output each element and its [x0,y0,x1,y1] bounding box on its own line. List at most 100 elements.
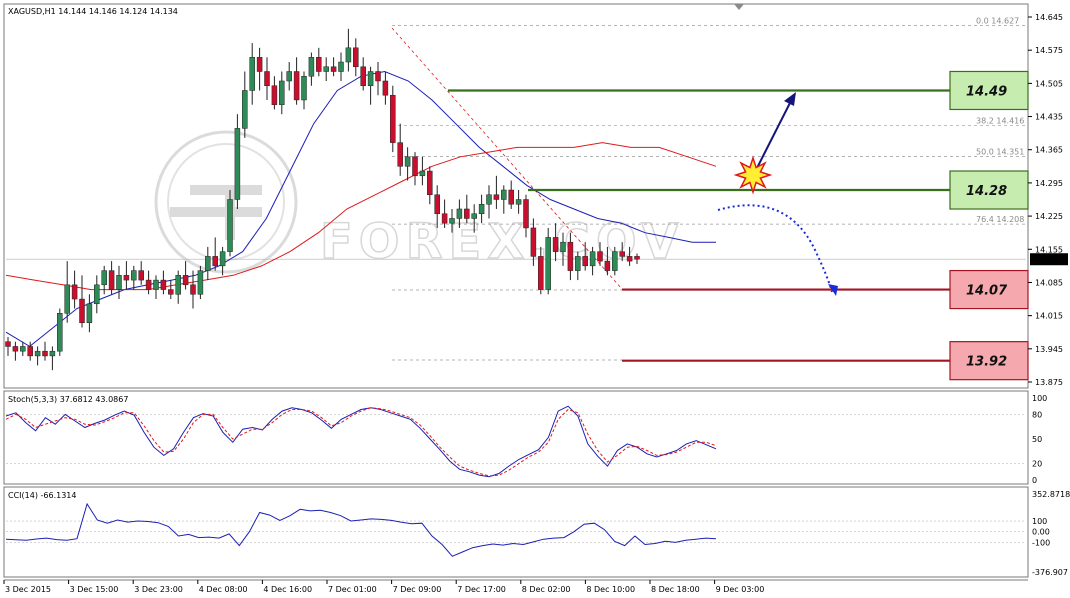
stoch-y-tick-label: 0 [1032,476,1037,485]
cci-y-tick-label: 0.00 [1032,528,1050,537]
cci-header: CCI(14) -66.1314 [8,491,76,500]
candle-bear [508,189,514,205]
candle-bear [168,289,174,295]
cci-y-tick-label: 100 [1032,517,1047,526]
candle-bull [242,90,248,129]
candle-bear [626,256,633,262]
x-tick-label: 8 Dec 02:00 [522,585,571,594]
y-tick-label: 14.155 [1035,245,1063,254]
x-tick-label: 7 Dec 09:00 [393,585,442,594]
candle-bull [449,218,455,224]
candle-bull [64,284,70,314]
stoch-y-tick-label: 50 [1032,435,1042,444]
candle-bear [427,170,433,196]
candle-bull [560,241,566,252]
candle-bear [79,298,85,323]
symbol-header: XAGUSD,H1 14.144 14.146 14.124 14.134 [8,7,178,16]
candle-bull [471,213,477,219]
fib-level-label: 0.0 14.627 [976,17,1019,26]
candle-bear [538,256,544,290]
candle-bull [219,251,226,267]
candle-bull [286,71,292,82]
y-tick-label: 14.435 [1035,113,1063,122]
candle-bull [301,76,307,101]
candle-bear [264,71,270,86]
candle-bull [197,270,204,295]
candle-bull [501,189,507,200]
breakout-burst-icon [733,155,773,195]
fib-level-label: 38.2 14.416 [976,117,1024,126]
candle-bear [5,341,11,347]
candle-bear [382,80,389,96]
stoch-y-tick-label: 20 [1032,460,1042,469]
candle-bull [249,57,255,91]
candle-bear [619,251,625,257]
candle-bull [94,284,100,305]
candle-bear [145,279,152,290]
key-level-value: 14.07 [966,284,1008,299]
key-level-value: 14.49 [966,84,1007,99]
candle-bear [397,142,403,167]
candle-bear [567,241,574,271]
y-tick-label: 14.295 [1035,179,1063,188]
candle-bear [353,47,359,68]
fib-level-label: 76.4 14.208 [976,215,1024,224]
x-tick-label: 9 Dec 03:00 [716,585,765,594]
candle-bull [175,275,181,295]
x-tick-label: 4 Dec 08:00 [199,585,248,594]
stoch-panel-frame [3,390,1029,485]
candle-bull [367,71,374,86]
candle-bear [604,260,611,271]
x-tick-label: 8 Dec 10:00 [586,585,635,594]
x-tick-label: 3 Dec 23:00 [134,585,183,594]
candle-bear [634,256,640,260]
candle-bull [338,61,344,72]
y-tick-label: 14.015 [1035,312,1063,321]
y-tick-label: 14.645 [1035,13,1063,22]
candle-bull [345,47,352,63]
chart-canvas: FOREX.COV 0.0 14.62738.2 14.41650.0 14.3… [3,3,1070,594]
candle-bear [523,199,529,229]
candle-bull [20,346,26,352]
candle-bull [131,270,137,281]
candle-bull [153,279,159,290]
candle-bull [227,199,233,252]
candle-bear [493,194,500,200]
candle-bear [464,208,470,219]
candle-bear [27,346,33,357]
candle-bull [404,156,411,167]
cci-y-tick-label: 352.8718 [1032,490,1070,499]
candle-bear [390,94,396,143]
candle-bull [57,313,63,352]
candle-bear [42,350,48,357]
candle-bear [160,279,167,290]
fib-level-label: 50.0 14.351 [976,147,1024,156]
y-tick-label: 14.225 [1035,212,1063,221]
candle-bull [612,251,618,271]
candle-bear [441,213,448,224]
candle-bull [101,270,107,286]
y-tick-label: 14.085 [1035,278,1063,287]
candle-bear [256,57,263,72]
candle-bear [182,275,189,286]
candle-bull [515,199,522,205]
candle-bull [419,170,426,177]
candle-bear [138,270,144,281]
candle-bull [116,275,122,290]
candle-bear [316,57,322,72]
y-tick-label: 14.365 [1035,146,1063,155]
candle-bear [330,66,337,72]
candle-bear [597,251,603,262]
candle-bull [545,237,551,290]
candle-bear [123,275,130,281]
candle-bear [190,284,196,295]
candle-bull [205,256,211,271]
candle-bull [34,350,41,357]
candle-bear [108,270,115,290]
candle-bear [375,71,381,82]
candle-bull [308,57,315,77]
y-tick-label: 14.575 [1035,46,1063,55]
candle-bear [71,284,78,300]
candle-bull [486,194,492,205]
stoch-header: Stoch(5,3,3) 37.6812 43.0867 [8,395,128,404]
